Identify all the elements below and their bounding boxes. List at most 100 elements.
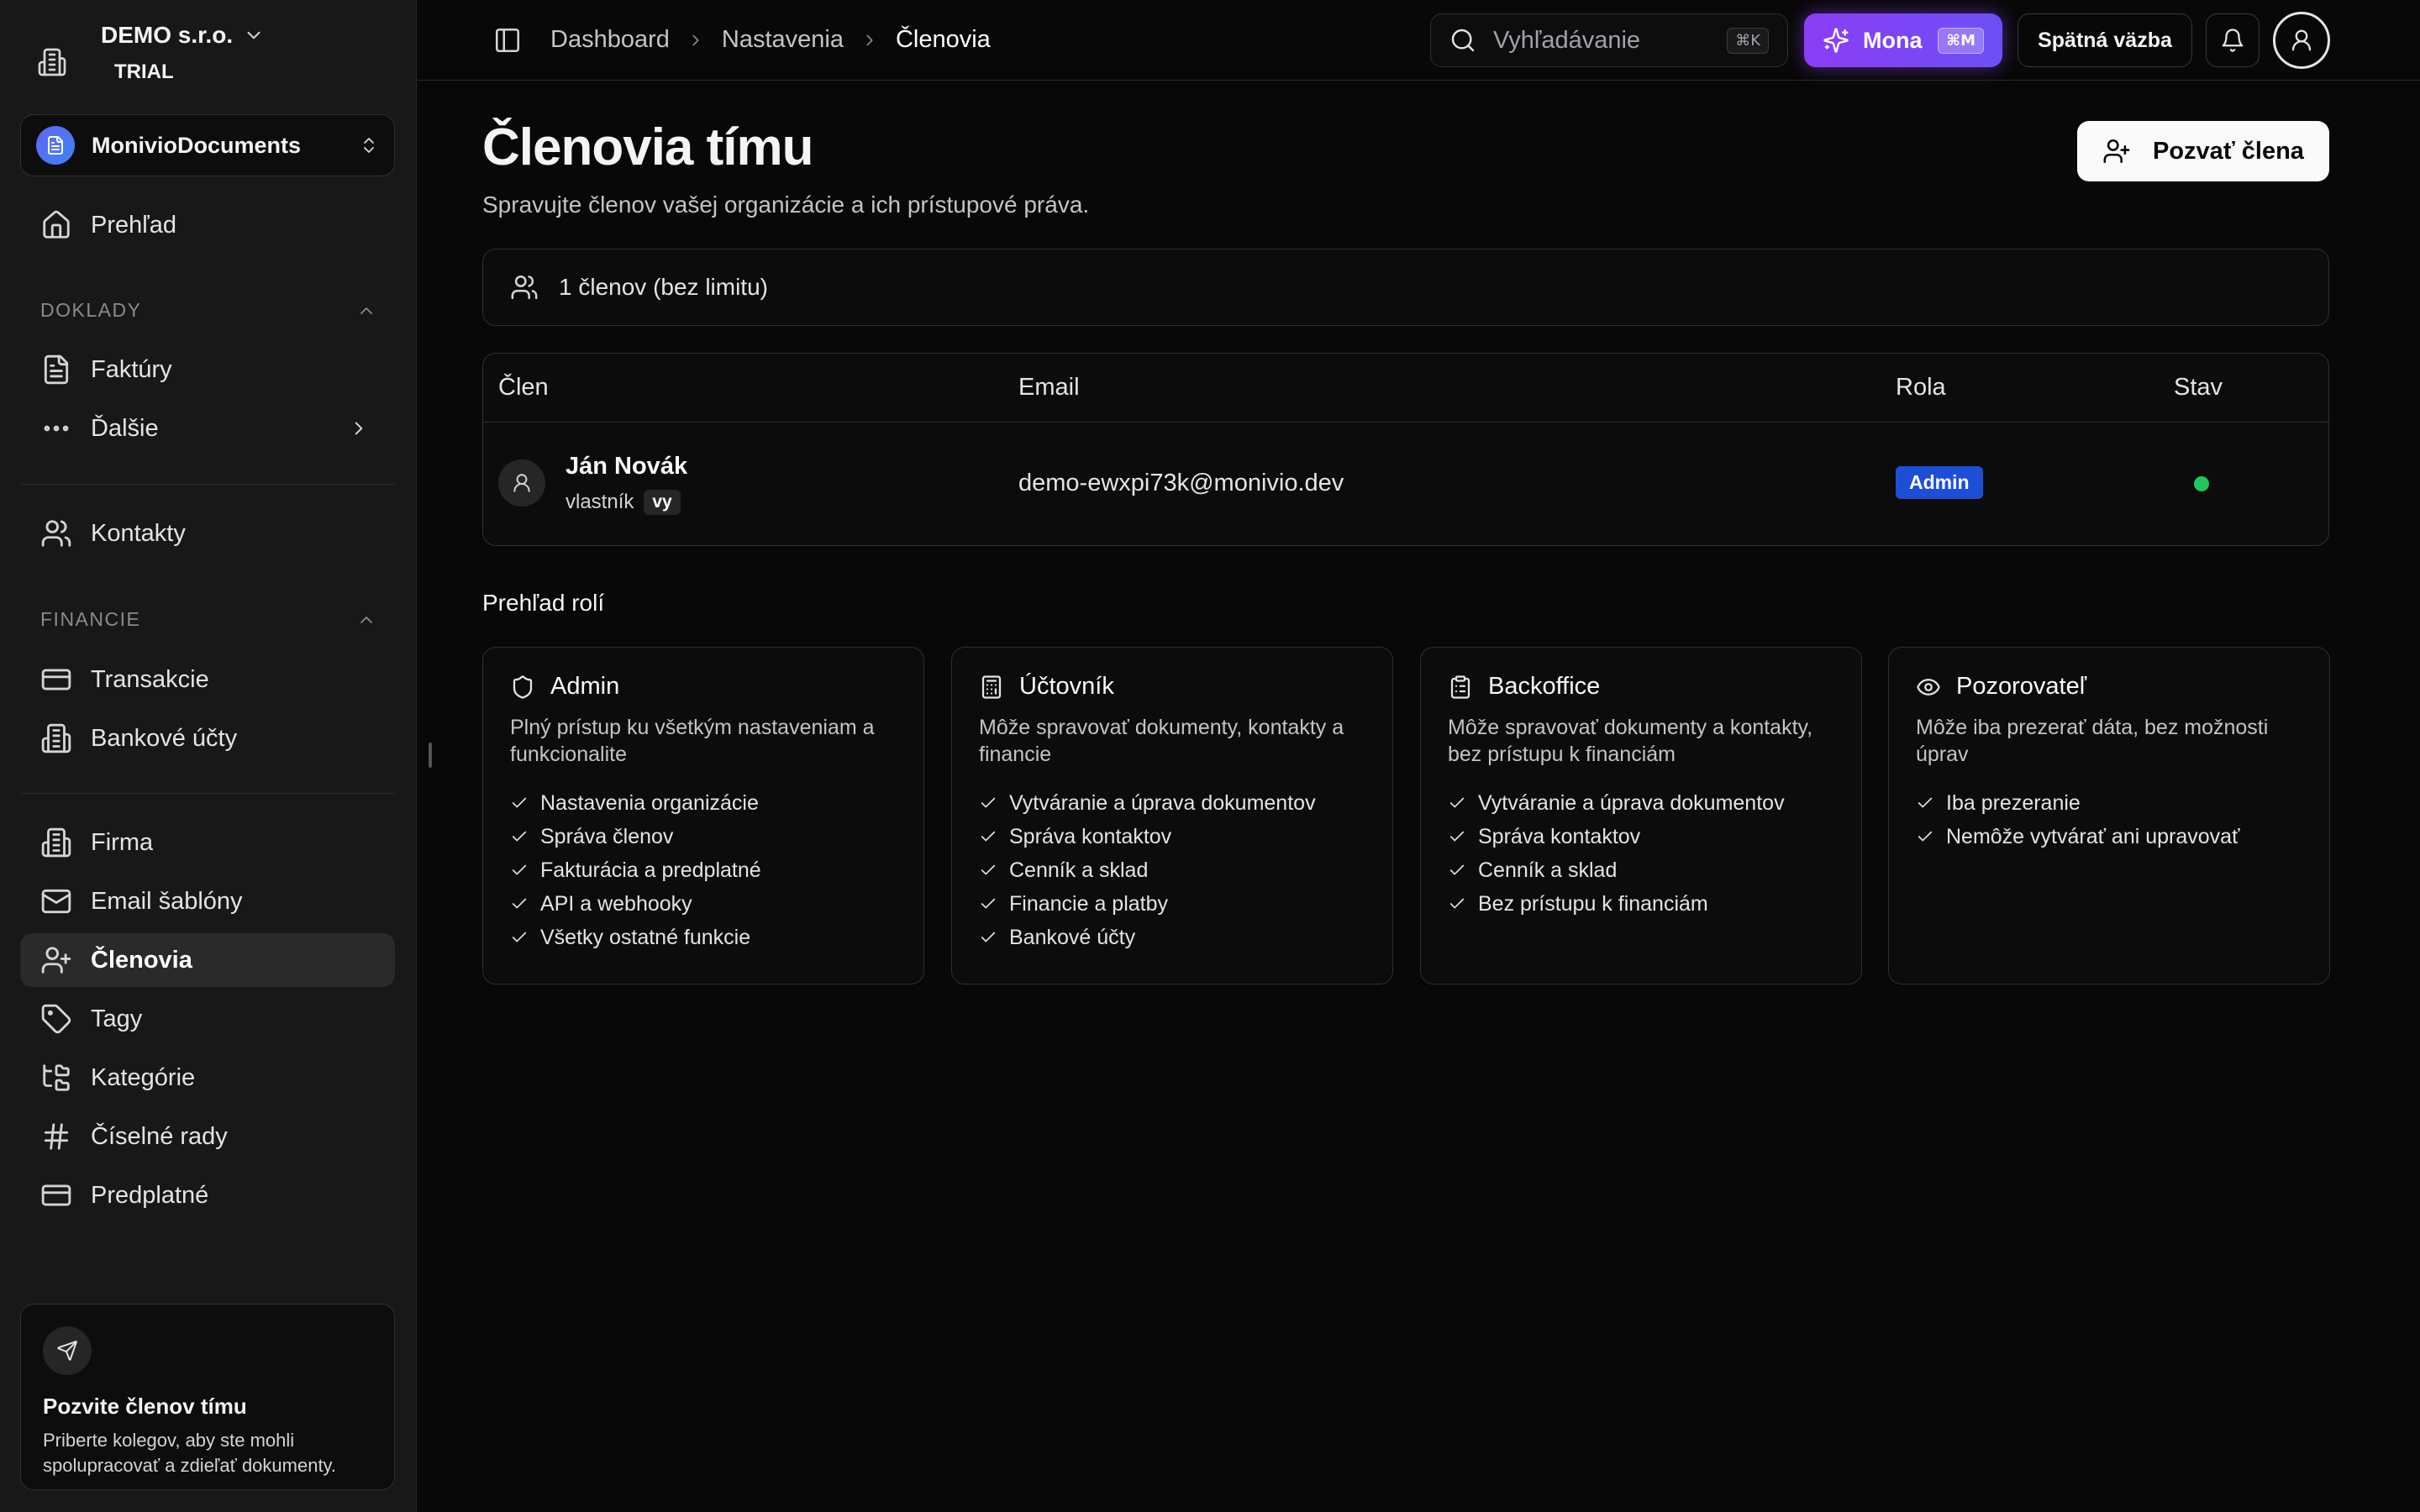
sidebar-item-label: Transakcie bbox=[91, 665, 209, 693]
sidebar-item-invoices[interactable]: Faktúry bbox=[20, 343, 395, 396]
table-header: Člen Email Rola Stav bbox=[483, 354, 2328, 423]
invite-member-label: Pozvať člena bbox=[2153, 137, 2304, 165]
invite-team-card[interactable]: Pozvite členov tímu Priberte kolegov, ab… bbox=[20, 1304, 395, 1490]
org-switcher[interactable]: DEMO s.r.o. TRIAL bbox=[37, 22, 265, 84]
check-icon bbox=[510, 928, 529, 947]
check-icon bbox=[1448, 895, 1466, 913]
roles-overview-title: Prehľad rolí bbox=[482, 590, 605, 616]
users-icon bbox=[510, 273, 539, 302]
chevron-down-icon bbox=[243, 24, 265, 46]
sparkles-icon bbox=[1823, 27, 1849, 54]
list-item: Vytváranie a úprava dokumentov bbox=[979, 786, 1365, 820]
check-icon bbox=[979, 794, 997, 812]
sidebar-item-more[interactable]: Ďalšie bbox=[20, 402, 395, 455]
bell-icon bbox=[2220, 28, 2245, 53]
list-item: Správa kontaktov bbox=[979, 820, 1365, 853]
section-financie[interactable]: FINANCIE bbox=[40, 608, 376, 631]
panel-left-icon[interactable] bbox=[493, 26, 522, 55]
section-title-label: DOKLADY bbox=[40, 299, 142, 321]
sidebar-item-label: Prehľad bbox=[91, 211, 176, 239]
user-menu-button[interactable] bbox=[2273, 12, 2330, 69]
sidebar-item-categories[interactable]: Kategórie bbox=[20, 1051, 395, 1105]
notifications-button[interactable] bbox=[2206, 13, 2260, 67]
org-plan: TRIAL bbox=[114, 60, 174, 83]
chevron-up-icon bbox=[356, 610, 376, 630]
permission-label: Vytváranie a úprava dokumentov bbox=[1009, 790, 1316, 815]
mona-ai-button[interactable]: Mona ⌘M bbox=[1804, 13, 2002, 67]
user-plus-icon bbox=[2102, 137, 2131, 165]
sidebar-item-label: Faktúry bbox=[91, 355, 172, 383]
sidebar-item-company[interactable]: Firma bbox=[20, 816, 395, 869]
list-item: Nemôže vytvárať ani upravovať bbox=[1916, 820, 2302, 853]
role-badge[interactable]: Admin bbox=[1896, 466, 1983, 499]
app-switcher[interactable]: MonivioDocuments bbox=[20, 114, 395, 176]
sidebar-item-label: Kategórie bbox=[91, 1063, 196, 1091]
role-description: Môže spravovať dokumenty a kontakty, bez… bbox=[1448, 716, 1813, 766]
list-item: Cenník a sklad bbox=[979, 853, 1365, 887]
breadcrumb-dashboard[interactable]: Dashboard bbox=[550, 26, 670, 54]
check-icon bbox=[510, 895, 529, 913]
eye-icon bbox=[1916, 675, 1941, 700]
list-item: Iba prezeranie bbox=[1916, 786, 2302, 820]
chevron-right-icon bbox=[687, 31, 705, 50]
hash-icon bbox=[40, 1121, 72, 1152]
sidebar-divider bbox=[20, 484, 395, 485]
sidebar-item-tags[interactable]: Tagy bbox=[20, 992, 395, 1046]
building-icon bbox=[37, 47, 67, 77]
permission-label: Cenník a sklad bbox=[1009, 858, 1149, 882]
user-icon bbox=[511, 472, 533, 494]
file-text-icon bbox=[40, 354, 72, 386]
role-name: Admin bbox=[550, 673, 620, 700]
list-item: Všetky ostatné funkcie bbox=[510, 921, 897, 954]
section-doklady[interactable]: DOKLADY bbox=[40, 299, 376, 322]
members-table: Člen Email Rola Stav Ján Novák vlastník … bbox=[482, 353, 2329, 546]
sidebar-item-subscription[interactable]: Predplatné bbox=[20, 1168, 395, 1222]
sidebar-item-contacts[interactable]: Kontakty bbox=[20, 507, 395, 560]
sidebar-item-label: Číselné rady bbox=[91, 1122, 228, 1150]
mona-shortcut: ⌘M bbox=[1938, 27, 1984, 54]
sidebar-item-number-series[interactable]: Číselné rady bbox=[20, 1110, 395, 1163]
check-icon bbox=[510, 827, 529, 846]
search-input[interactable]: Vyhľadávanie ⌘K bbox=[1430, 13, 1788, 67]
permission-label: Bankové účty bbox=[1009, 925, 1136, 949]
sidebar-item-label: Bankové účty bbox=[91, 724, 238, 752]
sidebar-item-transactions[interactable]: Transakcie bbox=[20, 653, 395, 706]
role-name: Pozorovateľ bbox=[1956, 673, 2087, 700]
tag-icon bbox=[40, 1003, 72, 1035]
role-description: Plný prístup ku všetkým nastaveniam a fu… bbox=[510, 716, 875, 766]
feedback-button[interactable]: Spätná väzba bbox=[2018, 13, 2192, 67]
role-card-observer: Pozorovateľ Môže iba prezerať dáta, bez … bbox=[1888, 647, 2330, 984]
sidebar-resize-handle[interactable] bbox=[429, 743, 432, 768]
sidebar-item-label: Členovia bbox=[91, 946, 192, 974]
shield-icon bbox=[510, 675, 535, 700]
role-card-admin: Admin Plný prístup ku všetkým nastavenia… bbox=[482, 647, 924, 984]
permission-label: Nastavenia organizácie bbox=[540, 790, 759, 815]
table-row[interactable]: Ján Novák vlastník vy demo-ewxpi73k@moni… bbox=[483, 423, 2328, 545]
sidebar-item-members[interactable]: Členovia bbox=[20, 933, 395, 987]
column-header-email: Email bbox=[1018, 374, 1080, 401]
list-item: API a webhooky bbox=[510, 887, 897, 921]
sidebar-item-bank-accounts[interactable]: Bankové účty bbox=[20, 711, 395, 765]
invite-member-button[interactable]: Pozvať člena bbox=[2077, 121, 2329, 181]
breadcrumb-settings[interactable]: Nastavenia bbox=[722, 26, 844, 54]
mail-icon bbox=[40, 885, 72, 917]
role-permissions: Vytváranie a úprava dokumentov Správa ko… bbox=[1448, 786, 1834, 921]
member-email: demo-ewxpi73k@monivio.dev bbox=[1018, 470, 1344, 496]
permission-label: Vytváranie a úprava dokumentov bbox=[1478, 790, 1785, 815]
permission-label: Správa kontaktov bbox=[1478, 824, 1641, 848]
search-placeholder: Vyhľadávanie bbox=[1493, 26, 1641, 54]
clipboard-icon bbox=[1448, 675, 1473, 700]
role-card-accountant: Účtovník Môže spravovať dokumenty, konta… bbox=[951, 647, 1393, 984]
send-icon bbox=[43, 1326, 92, 1375]
check-icon bbox=[979, 861, 997, 879]
member-owner-label: vlastník bbox=[566, 491, 634, 513]
column-header-member: Člen bbox=[498, 374, 549, 401]
list-item: Správa kontaktov bbox=[1448, 820, 1834, 853]
sidebar-item-overview[interactable]: Prehľad bbox=[20, 198, 395, 252]
folder-tree-icon bbox=[40, 1062, 72, 1094]
member-name: Ján Novák bbox=[566, 453, 688, 480]
list-item: Cenník a sklad bbox=[1448, 853, 1834, 887]
role-permissions: Iba prezeranie Nemôže vytvárať ani uprav… bbox=[1916, 786, 2302, 853]
sidebar-item-email-templates[interactable]: Email šablóny bbox=[20, 874, 395, 928]
check-icon bbox=[1916, 827, 1934, 846]
